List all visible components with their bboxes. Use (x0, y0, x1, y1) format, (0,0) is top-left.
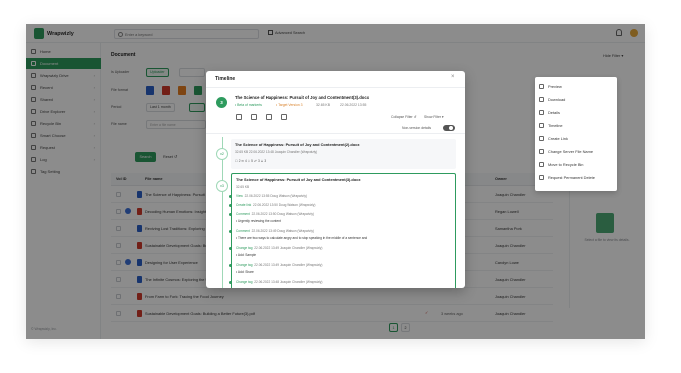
timeline-event: Change tag 22.06.2022 13:49 Joaquin Chan… (229, 263, 323, 267)
event-meta: 22.06.2022 13:49 Doug Watson (Wrapwizly) (251, 229, 314, 233)
menu-item-details[interactable]: Details (539, 107, 615, 118)
event-type: Change tag (236, 280, 253, 284)
event-type: View (236, 194, 243, 198)
non-version-label: Non-version details (402, 126, 432, 130)
event-note: • Add: Share (236, 270, 254, 274)
menu-item-label: Move to Recycle Bin (548, 162, 584, 167)
share-icon[interactable] (251, 114, 257, 120)
event-meta: 22.06.2022 13:55 Doug Watson (Wrapwizly) (244, 194, 308, 198)
menu-item-download[interactable]: Download (539, 94, 615, 105)
show-filter-label: Show Filter (424, 115, 441, 119)
event-type: Create link (236, 203, 252, 207)
uploader-tag: • Beta of markerts (235, 103, 263, 107)
timeline-event: View 22.06.2022 13:55 Doug Watson (Wrapw… (229, 194, 308, 198)
menu-item-change-name[interactable]: Change Server File Name (539, 146, 615, 157)
timeline-event: Change tag 22.06.2022 13:48 Joaquin Chan… (229, 280, 323, 284)
timeline-event: Comment 22.06.2022 13:49 Doug Watson (Wr… (229, 229, 314, 233)
edit-icon (539, 149, 544, 154)
timeline-modal: Timeline × 3 The Science of Happiness: P… (206, 71, 465, 288)
clock-icon (539, 123, 544, 128)
timeline-event: Comment 22.06.2022 13:50 Doug Watson (Wr… (229, 212, 314, 216)
version-meta: 32.65 KB 22.06.2022 13:48 Joaquin Chandl… (235, 150, 318, 154)
menu-item-move-to-recycle[interactable]: Move to Recycle Bin (539, 159, 615, 170)
event-dot (229, 264, 232, 267)
more-icon[interactable] (281, 114, 287, 120)
trash-icon (539, 162, 544, 167)
version-node: v2 (216, 148, 228, 160)
collapse-filter-label: Collapse Filter (391, 115, 413, 119)
info-icon (539, 110, 544, 115)
download-icon (539, 97, 544, 102)
event-dot (229, 204, 232, 207)
modal-title: Timeline (215, 76, 236, 82)
version-card[interactable]: The Science of Happiness: Pursuit of Joy… (231, 139, 456, 169)
menu-item-label: Details (548, 110, 560, 115)
divider (206, 133, 465, 134)
event-meta: 22.06.2022 13:50 Doug Watson (Wrapwizly) (253, 203, 316, 207)
version-badge: 3 (216, 97, 227, 108)
event-note: • Urgently reviewing the content (236, 219, 281, 223)
version-card-current[interactable]: The Science of Happiness: Pursuit of Joy… (229, 173, 456, 288)
show-filter-button[interactable]: Show Filter ▾ (424, 115, 444, 119)
menu-item-preview[interactable]: Preview (539, 81, 615, 92)
close-icon[interactable]: × (451, 74, 455, 80)
link-icon (539, 136, 544, 141)
event-type: Change tag (236, 263, 253, 267)
menu-item-label: Timeline (548, 123, 563, 128)
event-note: • Add: Sample (236, 253, 257, 257)
menu-item-label: Request Permanent Delete (548, 175, 595, 180)
menu-item-request-delete[interactable]: Request Permanent Delete (539, 172, 615, 183)
version-stats: ☐ 2 ✉ 4 ⇩ 5 ☍ 3 ♙ 3 (235, 159, 267, 163)
menu-item-label: Download (548, 97, 566, 102)
non-version-toggle[interactable] (443, 125, 455, 131)
event-dot (229, 281, 232, 284)
menu-item-label: Change Server File Name (548, 149, 593, 154)
event-dot (229, 247, 232, 250)
version-title: The Science of Happiness: Pursuit of Joy… (235, 142, 360, 147)
collapse-filter-button[interactable]: Collapse Filter ↺ (391, 115, 416, 119)
menu-item-label: Create Link (548, 136, 568, 141)
download-icon[interactable] (236, 114, 242, 120)
event-meta: 22.06.2022 13:49 Joaquin Chandler (Wrapw… (254, 246, 323, 250)
event-type: Change tag (236, 246, 253, 250)
eye-icon (539, 84, 544, 89)
version-node: v3 (216, 180, 228, 192)
event-note: • There are two ways to calculate angry … (236, 236, 368, 240)
document-name: The Science of Happiness: Pursuit of Joy… (235, 95, 370, 100)
menu-item-create-link[interactable]: Create Link (539, 133, 615, 144)
target-version-tag: • Target Version 3 (276, 103, 303, 107)
context-menu: Preview Download Details Timeline Create… (535, 77, 617, 191)
event-type: Comment (236, 212, 250, 216)
link-icon[interactable] (266, 114, 272, 120)
divider (206, 87, 465, 88)
version-meta: 32.65 KB (236, 185, 250, 189)
event-type: Comment (236, 229, 250, 233)
timeline-event: Change tag 22.06.2022 13:49 Joaquin Chan… (229, 246, 323, 250)
action-bar (236, 114, 287, 120)
event-dot (229, 230, 232, 233)
menu-item-label: Preview (548, 84, 562, 89)
event-dot (229, 213, 232, 216)
upload-date: 22.06.2022 13:55 (340, 103, 367, 107)
delete-icon (539, 175, 544, 180)
file-size: 32.65 KB (316, 103, 330, 107)
event-meta: 22.06.2022 13:50 Doug Watson (Wrapwizly) (251, 212, 314, 216)
app-window: Wrapwizly Advanced Search Home Document … (26, 24, 645, 339)
event-meta: 22.06.2022 13:48 Joaquin Chandler (Wrapw… (254, 280, 323, 284)
event-dot (229, 195, 232, 198)
event-meta: 22.06.2022 13:49 Joaquin Chandler (Wrapw… (254, 263, 323, 267)
menu-item-timeline[interactable]: Timeline (539, 120, 615, 131)
version-title: The Science of Happiness: Pursuit of Joy… (236, 177, 361, 182)
timeline-event: Create link 22.06.2022 13:50 Doug Watson… (229, 203, 316, 207)
